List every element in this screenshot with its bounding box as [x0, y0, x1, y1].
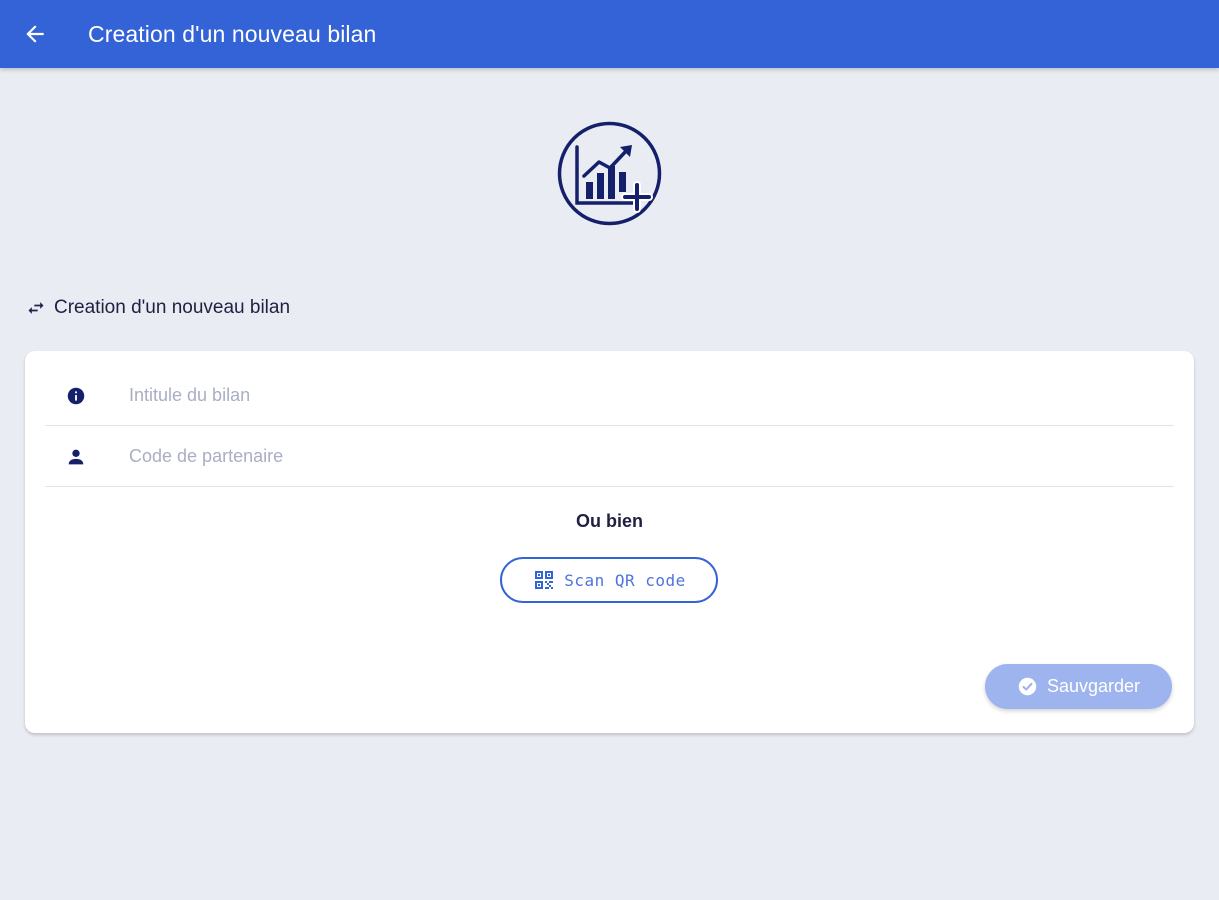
- separator-text: Ou bien: [576, 511, 643, 531]
- info-icon: [67, 387, 85, 404]
- swap-arrows-icon: [28, 302, 44, 314]
- title-field-row: [45, 366, 1174, 426]
- save-button[interactable]: Sauvgarder: [985, 664, 1172, 709]
- scan-qr-label: Scan QR code: [564, 570, 686, 590]
- chart-plus-icon: [557, 121, 662, 226]
- qr-code-icon: [535, 571, 554, 589]
- top-app-bar: Creation d'un nouveau bilan: [0, 0, 1219, 68]
- form-card: Ou bien Scan QR code Sauvgarder: [25, 351, 1194, 733]
- section-title: Creation d'un nouveau bilan: [54, 297, 291, 318]
- partner-field-row: [45, 427, 1174, 487]
- person-icon: [68, 449, 84, 464]
- scan-qr-button[interactable]: Scan QR code: [500, 557, 718, 603]
- app-screen: Creation d'un nouveau bilan Creation d'u…: [0, 0, 1219, 900]
- check-circle-icon: [1018, 677, 1037, 696]
- back-button[interactable]: [0, 0, 70, 68]
- person-icon-wrapper: [45, 446, 107, 468]
- page-title: Creation d'un nouveau bilan: [88, 20, 377, 47]
- info-icon-wrapper: [45, 385, 107, 407]
- save-label: Sauvgarder: [1046, 676, 1141, 696]
- section-header: Creation d'un nouveau bilan: [26, 297, 290, 319]
- partner-code-input[interactable]: [127, 436, 1174, 477]
- arrow-left-icon: [26, 25, 44, 43]
- bilan-title-input[interactable]: [127, 375, 1174, 416]
